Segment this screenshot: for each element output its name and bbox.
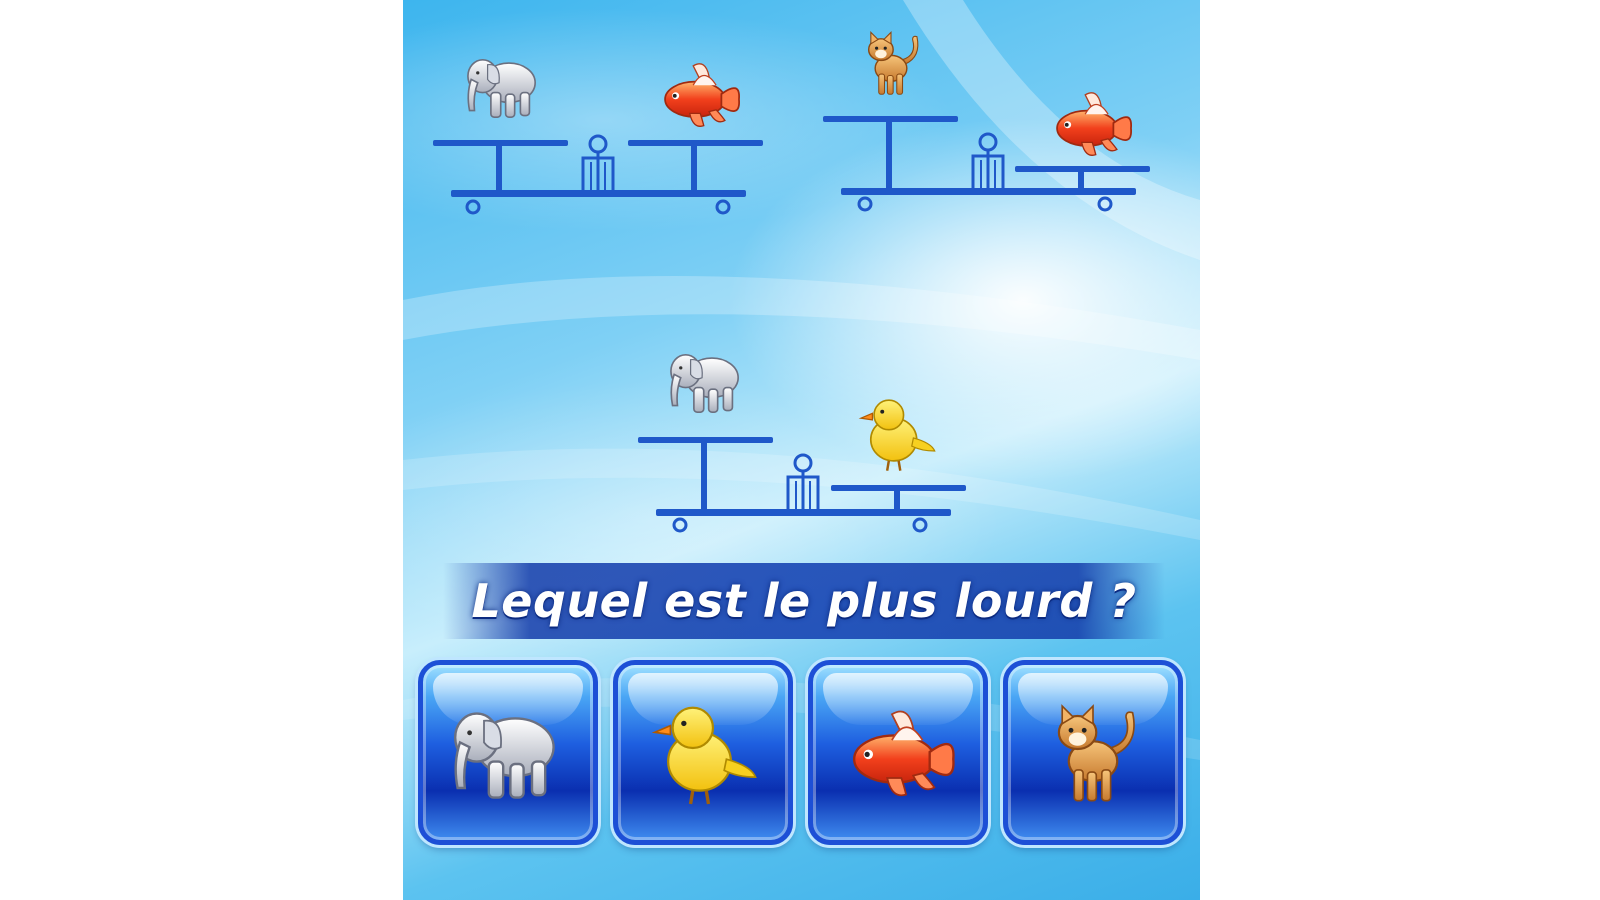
choice-cat-button[interactable] xyxy=(1003,660,1183,845)
balance-scale-1 xyxy=(433,40,763,230)
choice-goldfish-button[interactable] xyxy=(808,660,988,845)
game-screen: Lequel est le plus lourd ? xyxy=(403,0,1200,900)
question-banner: Lequel est le plus lourd ? xyxy=(443,563,1165,639)
cat-icon xyxy=(1057,704,1136,803)
elephant-icon xyxy=(463,40,545,132)
choice-chick-button[interactable] xyxy=(613,660,793,845)
balance-scale-3 xyxy=(638,335,978,550)
goldfish-icon xyxy=(1043,79,1138,167)
goldfish-icon xyxy=(852,710,955,797)
choice-elephant-button[interactable] xyxy=(418,660,598,845)
chick-icon xyxy=(652,705,758,806)
cat-icon xyxy=(855,14,927,114)
goldfish-icon xyxy=(651,50,746,138)
elephant-icon xyxy=(453,712,555,799)
balance-scale-2 xyxy=(823,14,1163,224)
question-text: Lequel est le plus lourd ? xyxy=(471,574,1137,628)
elephant-icon xyxy=(666,335,748,427)
chick-icon xyxy=(856,387,938,479)
